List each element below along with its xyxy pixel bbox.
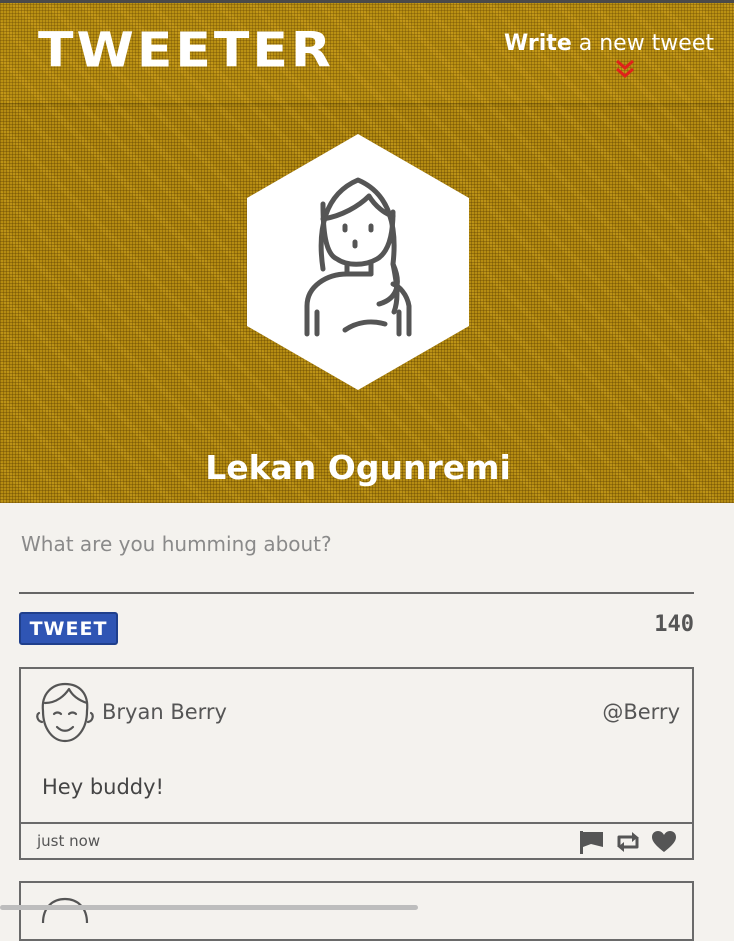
flag-icon[interactable] bbox=[579, 830, 605, 854]
character-counter: 140 bbox=[654, 612, 694, 637]
tweet-timestamp: just now bbox=[37, 832, 101, 850]
tweet-card-partial bbox=[19, 881, 694, 941]
heart-icon[interactable] bbox=[651, 830, 677, 854]
double-chevron-down-icon[interactable] bbox=[614, 59, 636, 81]
write-new-tweet-link[interactable]: Write a new tweet bbox=[504, 31, 714, 56]
tweet-text: Hey buddy! bbox=[42, 775, 164, 799]
profile-avatar bbox=[247, 134, 469, 390]
retweet-icon[interactable] bbox=[615, 830, 641, 854]
app-logo[interactable]: TWEETER bbox=[38, 27, 334, 75]
tweet-body: Bryan Berry @Berry Hey buddy! bbox=[21, 669, 692, 824]
tweet-compose-input[interactable] bbox=[19, 522, 694, 594]
tweet-card: Bryan Berry @Berry Hey buddy! just now bbox=[19, 667, 694, 860]
user-avatar-icon bbox=[36, 682, 94, 743]
tweet-button[interactable]: TWEET bbox=[19, 612, 118, 645]
tweet-author-handle: @Berry bbox=[602, 700, 680, 724]
profile-name: Lekan Ogunremi bbox=[205, 448, 511, 487]
new-tweet-label: a new tweet bbox=[571, 31, 714, 56]
write-label: Write bbox=[504, 31, 572, 56]
tweet-author-name: Bryan Berry bbox=[102, 700, 227, 724]
tweet-footer: just now bbox=[21, 822, 692, 858]
profile-header: TWEETER Write a new tweet Lekan Ogunremi bbox=[0, 3, 734, 503]
horizontal-scrollbar[interactable] bbox=[0, 905, 418, 910]
navbar: TWEETER Write a new tweet bbox=[0, 3, 734, 103]
